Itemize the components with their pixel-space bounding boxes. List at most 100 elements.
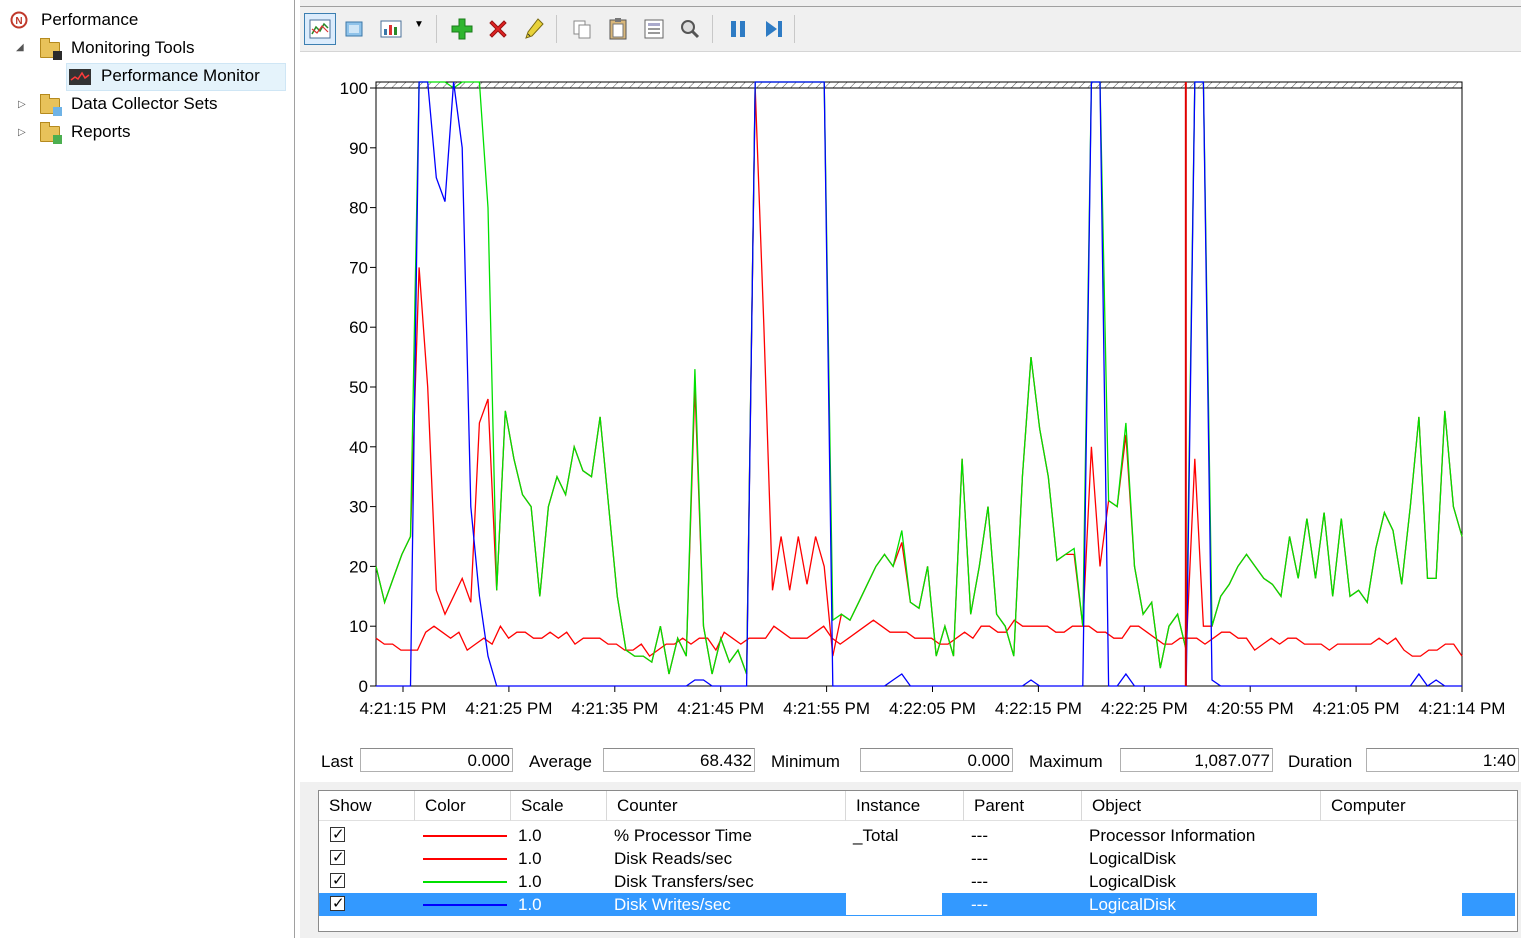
- folder-icon: [40, 38, 62, 60]
- object-cell: LogicalDisk: [1089, 849, 1176, 868]
- scale-cell: 1.0: [518, 895, 542, 914]
- instance-cell: _Total: [853, 826, 899, 845]
- series-line: [375, 81, 1463, 675]
- x-tick-label: 4:21:45 PM: [677, 699, 764, 718]
- expanded-arrow-icon[interactable]: ◢: [16, 36, 24, 60]
- column-header-instance[interactable]: Instance: [846, 791, 964, 821]
- update-data-button[interactable]: [758, 13, 790, 45]
- x-tick-label: 4:21:35 PM: [571, 699, 658, 718]
- tree-node-monitoring-tools[interactable]: ◢ Monitoring Tools: [14, 36, 254, 60]
- series-line: [375, 619, 1463, 658]
- y-tick-label: 0: [359, 677, 368, 696]
- show-checkbox[interactable]: [330, 846, 345, 869]
- column-header-computer[interactable]: Computer: [1321, 791, 1517, 821]
- object-cell: LogicalDisk: [1089, 872, 1176, 891]
- show-checkbox[interactable]: [330, 892, 345, 915]
- copy-properties-button[interactable]: [566, 13, 598, 45]
- parent-cell: ---: [971, 826, 988, 845]
- zoom-button[interactable]: [674, 13, 706, 45]
- properties-icon: [644, 19, 664, 39]
- folder-icon: [40, 94, 62, 116]
- color-swatch: [423, 904, 507, 906]
- tree-label-data-collector-sets: Data Collector Sets: [71, 94, 218, 113]
- graph-area[interactable]: 0 10 20 30 40 50 60 70 80 90 100 4:21:15 PM 4:21:25 …: [300, 52, 1521, 742]
- minimum-label: Minimum: [771, 752, 840, 771]
- counter-cell: % Processor Time: [614, 826, 752, 845]
- statistics-bar: Last 0.000 Average 68.432 Minimum 0.000 …: [300, 742, 1521, 782]
- object-cell: Processor Information: [1089, 826, 1256, 845]
- copy-properties-icon: [573, 20, 591, 39]
- redacted-area: [1317, 824, 1462, 926]
- column-header-show[interactable]: Show: [319, 791, 415, 821]
- tree-node-performance-monitor[interactable]: Performance Monitor: [66, 63, 286, 91]
- freeze-display-button[interactable]: [338, 13, 370, 45]
- performance-monitor-icon: [69, 68, 91, 92]
- minimum-value: 0.000: [860, 748, 1013, 772]
- y-tick-label: 50: [349, 378, 368, 397]
- show-checkbox[interactable]: [330, 823, 345, 846]
- parent-cell: ---: [971, 872, 988, 891]
- column-header-scale[interactable]: Scale: [511, 791, 607, 821]
- change-graph-type-button[interactable]: [376, 13, 408, 45]
- dropdown-icon[interactable]: ▼: [414, 19, 424, 30]
- update-data-icon: [766, 21, 782, 37]
- x-tick-label: 4:21:15 PM: [360, 699, 447, 718]
- maximum-value: 1,087.077: [1120, 748, 1273, 772]
- tree-node-data-collector-sets[interactable]: ▷ Data Collector Sets: [14, 92, 254, 116]
- y-tick-label: 60: [349, 318, 368, 337]
- y-tick-label: 20: [349, 557, 368, 576]
- column-header-counter[interactable]: Counter: [607, 791, 846, 821]
- collapsed-arrow-icon[interactable]: ▷: [18, 93, 26, 117]
- counter-cell: Disk Transfers/sec: [614, 872, 754, 891]
- y-tick-label: 100: [340, 79, 368, 98]
- toolbar-separator: [556, 15, 557, 43]
- scale-cell: 1.0: [518, 826, 542, 845]
- y-tick-label: 80: [349, 199, 368, 218]
- y-tick-label: 90: [349, 139, 368, 158]
- toolbar-separator: [794, 15, 795, 43]
- delete-counter-button[interactable]: [482, 13, 514, 45]
- scale-cell: 1.0: [518, 849, 542, 868]
- paste-counter-list-icon: [609, 18, 627, 40]
- tree-node-performance[interactable]: N Performance: [8, 8, 208, 32]
- counter-legend-table: Show Color Scale Counter Instance Parent…: [318, 790, 1518, 932]
- properties-button[interactable]: [638, 13, 670, 45]
- parent-cell: ---: [971, 849, 988, 868]
- add-counter-button[interactable]: [446, 13, 478, 45]
- tree-label-performance-monitor: Performance Monitor: [101, 66, 260, 85]
- average-label: Average: [529, 752, 593, 771]
- paste-counter-list-button[interactable]: [602, 13, 634, 45]
- highlight-button[interactable]: [518, 13, 550, 45]
- column-header-parent[interactable]: Parent: [964, 791, 1082, 821]
- freeze-display-icon: [345, 21, 363, 37]
- tree-label-reports: Reports: [71, 122, 131, 141]
- toolbar-separator: [712, 15, 713, 43]
- x-tick-label: 4:22:25 PM: [1101, 699, 1188, 718]
- highlight-icon: [525, 18, 544, 39]
- counter-cell: Disk Reads/sec: [614, 849, 733, 868]
- show-checkbox[interactable]: [330, 869, 345, 892]
- last-label: Last: [321, 752, 354, 771]
- series-line: [376, 81, 1462, 687]
- pause-icon: [731, 21, 745, 37]
- column-header-color[interactable]: Color: [415, 791, 511, 821]
- y-tick-label: 70: [349, 258, 368, 277]
- x-tick-label: 4:21:25 PM: [465, 699, 552, 718]
- color-swatch: [423, 858, 507, 860]
- pause-button[interactable]: [722, 13, 754, 45]
- performance-icon: N: [10, 11, 28, 36]
- toolbar-separator: [436, 15, 437, 43]
- object-cell: LogicalDisk: [1089, 895, 1176, 914]
- delete-counter-icon: [489, 20, 507, 38]
- maximum-label: Maximum: [1029, 752, 1103, 771]
- view-graph-button[interactable]: [304, 13, 336, 45]
- x-tick-label: 4:20:55 PM: [1207, 699, 1294, 718]
- x-tick-label: 4:21:14 PM: [1419, 699, 1506, 718]
- last-value: 0.000: [360, 748, 513, 772]
- duration-label: Duration: [1288, 752, 1353, 771]
- counter-cell: Disk Writes/sec: [614, 895, 731, 914]
- tree-node-reports[interactable]: ▷ Reports: [14, 120, 254, 144]
- color-swatch: [423, 835, 507, 837]
- collapsed-arrow-icon[interactable]: ▷: [18, 121, 26, 145]
- column-header-object[interactable]: Object: [1082, 791, 1321, 821]
